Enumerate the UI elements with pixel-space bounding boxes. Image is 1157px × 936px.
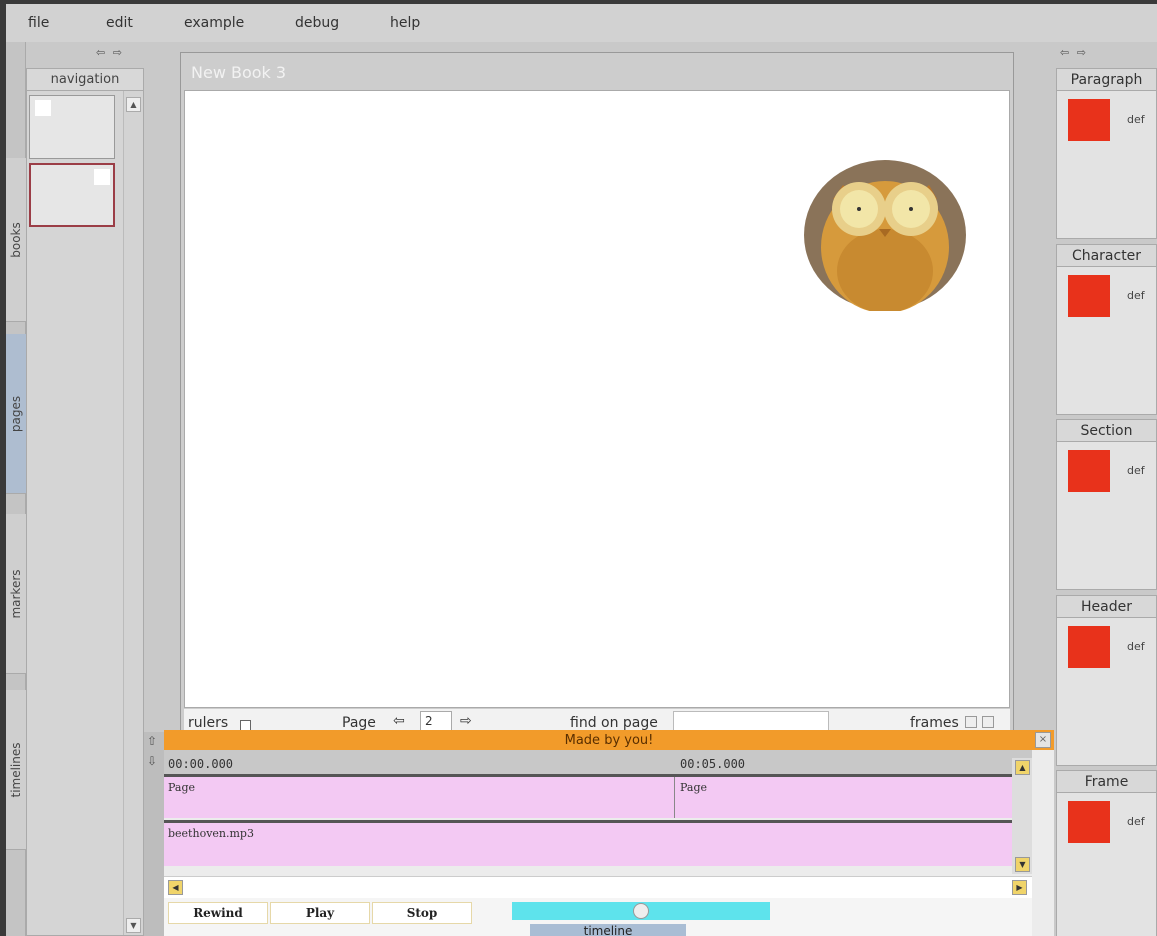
book-title: New Book 3 [191, 63, 287, 82]
play-button[interactable]: Play [270, 902, 370, 924]
menu-file[interactable]: file [28, 15, 49, 31]
timeline-header-text: Made by you! [564, 733, 654, 748]
tab-books-label: books [9, 221, 23, 258]
thumbnail-marker [35, 100, 51, 116]
rulers-label: rulers [188, 715, 229, 731]
page-track[interactable]: Page Page [164, 774, 1032, 818]
tab-timelines-label: timelines [9, 741, 23, 798]
frames-toggle-2[interactable] [982, 716, 994, 728]
header-style-value: def [1127, 640, 1145, 653]
frames-label: frames [910, 715, 959, 731]
section-style-value: def [1127, 464, 1145, 477]
playback-controls: Rewind Play Stop timeline [164, 898, 1032, 936]
page-canvas[interactable] [184, 90, 1010, 708]
frame-style-value: def [1127, 815, 1145, 828]
tab-pages[interactable]: pages [6, 334, 26, 494]
character-style-panel: Character def [1056, 244, 1157, 415]
menu-help[interactable]: help [390, 15, 420, 31]
menubar: file edit example debug help [6, 4, 1157, 42]
scroll-up-icon[interactable]: ▲ [1015, 760, 1030, 775]
rewind-button[interactable]: Rewind [168, 902, 268, 924]
page-clip-1[interactable]: Page [168, 781, 195, 794]
timeline-ruler: 00:00.000 00:05.000 [164, 750, 1032, 774]
character-color-swatch[interactable] [1068, 275, 1110, 317]
app-window: file edit example debug help books pages… [6, 4, 1157, 936]
left-tab-strip: books pages markers timelines [6, 42, 26, 936]
frame-style-panel: Frame def [1056, 770, 1157, 936]
header-color-swatch[interactable] [1068, 626, 1110, 668]
timeline-horizontal-scrollbar[interactable]: ◀ ▶ [164, 876, 1032, 898]
timeline-panel: Made by you! × 00:00.000 00:05.000 Page … [164, 730, 1054, 936]
audio-track[interactable]: beethoven.mp3 [164, 820, 1032, 866]
scroll-left-icon[interactable]: ◀ [168, 880, 183, 895]
scroll-up-icon[interactable]: ▲ [126, 97, 141, 112]
page-number-field[interactable]: 2 [420, 711, 452, 731]
book-editor-window: New Book 3 rulers Page ⇦ 2 ⇨ find on pag… [180, 52, 1014, 738]
menu-example[interactable]: example [184, 15, 244, 31]
playback-progress-bar[interactable] [512, 902, 770, 920]
arrow-down-icon[interactable]: ⇩ [147, 754, 157, 768]
thumbnail-marker [94, 169, 110, 185]
character-style-value: def [1127, 289, 1145, 302]
close-icon[interactable]: × [1035, 732, 1051, 748]
timeline-side-strip: ⇧ ⇩ [144, 732, 164, 936]
time-marker-0: 00:00.000 [168, 757, 234, 771]
paragraph-style-value: def [1127, 113, 1145, 126]
header-style-title: Header [1057, 596, 1156, 618]
timeline-vertical-scrollbar[interactable]: ▲ ▼ [1012, 758, 1032, 874]
menu-debug[interactable]: debug [295, 15, 339, 31]
style-collapse-arrows[interactable]: ⇦ ⇨ [1060, 46, 1088, 59]
tab-timelines[interactable]: timelines [6, 690, 26, 850]
paragraph-style-panel: Paragraph def [1056, 68, 1157, 239]
tab-markers-label: markers [9, 568, 23, 619]
scroll-right-icon[interactable]: ▶ [1012, 880, 1027, 895]
navigation-panel: navigation ▲ ▼ [26, 68, 144, 936]
frame-style-title: Frame [1057, 771, 1156, 793]
find-label: find on page [570, 715, 658, 731]
tab-books[interactable]: books [6, 158, 26, 322]
prev-page-icon[interactable]: ⇦ [393, 713, 405, 729]
frames-toggle-1[interactable] [965, 716, 977, 728]
paragraph-style-title: Paragraph [1057, 69, 1156, 91]
owl-image[interactable] [803, 159, 969, 311]
menu-edit[interactable]: edit [106, 15, 133, 31]
nav-collapse-arrows[interactable]: ⇦ ⇨ [96, 46, 124, 59]
navigation-scrollbar[interactable]: ▲ ▼ [123, 91, 143, 935]
section-style-panel: Section def [1056, 419, 1157, 590]
scroll-down-icon[interactable]: ▼ [1015, 857, 1030, 872]
character-style-title: Character [1057, 245, 1156, 267]
tab-markers[interactable]: markers [6, 514, 26, 674]
progress-knob[interactable] [633, 903, 649, 919]
arrow-up-icon[interactable]: ⇧ [147, 734, 157, 748]
tab-pages-label: pages [9, 395, 23, 432]
clip-separator [674, 777, 675, 818]
navigation-title: navigation [27, 69, 143, 91]
page-thumbnail-1[interactable] [29, 95, 115, 159]
frame-color-swatch[interactable] [1068, 801, 1110, 843]
scroll-down-icon[interactable]: ▼ [126, 918, 141, 933]
section-color-swatch[interactable] [1068, 450, 1110, 492]
page-label: Page [342, 715, 376, 731]
page-clip-2[interactable]: Page [680, 781, 707, 794]
tab-timeline[interactable]: timeline [530, 924, 686, 936]
paragraph-color-swatch[interactable] [1068, 99, 1110, 141]
frames-toggles [960, 714, 994, 730]
time-marker-1: 00:05.000 [680, 757, 746, 771]
next-page-icon[interactable]: ⇨ [460, 713, 472, 729]
page-thumbnail-2[interactable] [29, 163, 115, 227]
audio-clip[interactable]: beethoven.mp3 [168, 827, 254, 840]
stop-button[interactable]: Stop [372, 902, 472, 924]
timeline-header: Made by you! × [164, 730, 1054, 750]
section-style-title: Section [1057, 420, 1156, 442]
header-style-panel: Header def [1056, 595, 1157, 766]
